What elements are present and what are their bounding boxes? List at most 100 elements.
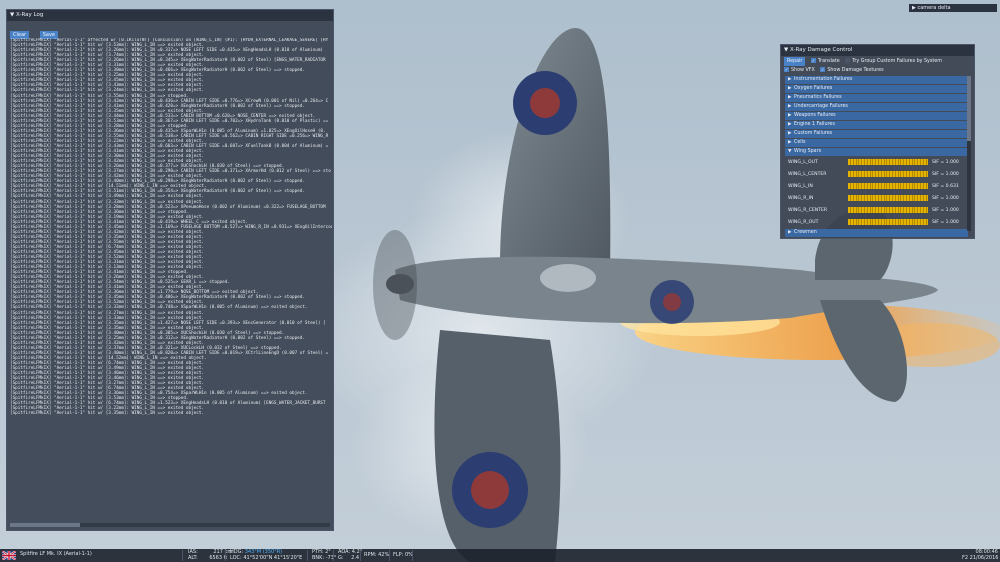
show-vfx-toggle[interactable]: ✓ Show VFX [784,66,815,75]
damage-category[interactable]: ▶ Custom Failures [785,130,968,138]
log-scrollbar-thumb[interactable] [10,523,80,527]
damage-control-title-bar[interactable]: ▼ X-Ray Damage Control [781,45,974,56]
spar-row[interactable]: WING_R_IN SIF = 1.000 [785,193,968,205]
aoa-g-readout: AOA: 4.2° G: 2.4 [338,549,363,561]
aircraft-upper-wing [500,28,611,280]
spar-sif-value: SIF = 0.631 [932,184,959,189]
damage-category[interactable]: ▶ Cells [785,139,968,147]
spar-name: WING_R_OUT [788,220,819,225]
damage-category[interactable]: ▶ Weapons Failures [785,112,968,120]
xray-log-window[interactable]: ▼ X-Ray Log Clear Save [SpitfireLFMkIX] … [6,9,334,531]
damage-category[interactable]: ▶ Engine 1 Failures [785,121,968,129]
spar-row[interactable]: WING_L_IN SIF = 0.631 [785,181,968,193]
log-line: [SpitfireLFMkIX] "Aerial-1-1" hit w/ [3.… [10,305,308,311]
log-line: [SpitfireLFMkIX] "Aerial-1-1" hit w/ [3.… [10,98,329,104]
spar-integrity-fill [848,207,928,213]
status-divider [389,550,390,561]
repair-button[interactable]: Repair [784,57,806,66]
log-toolbar: Clear Save [10,21,59,39]
spar-name: WING_L_OUT [788,160,818,165]
uk-flag-icon [2,551,16,560]
damage-category[interactable]: ▶ Instrumentation Failures [785,76,968,84]
spar-name: WING_R_CENTER [788,208,828,213]
spar-sif-value: SIF = 1.000 [932,160,959,165]
canopy [540,264,596,292]
damage-control-title: X-Ray Damage Control [789,47,853,53]
flaps-readout: FLP: 0% [393,552,413,558]
spar-integrity-fill [848,183,928,189]
damage-category-list: ▶ Instrumentation Failures ▶ Oxygen Failure… [785,76,968,238]
translate-toggle[interactable]: ✓ Translate [810,57,840,66]
status-divider [412,550,413,561]
log-line: [SpitfireLFMkIX] "Aerial-1-1" hit w/ [3.… [10,411,205,417]
spar-name: WING_L_IN [788,184,813,189]
damage-category[interactable]: ▶ Crewmen [785,229,968,237]
damage-category-label: Wing Spars [794,149,822,154]
damage-category[interactable]: ▼ Wing Spars [785,148,968,156]
xray-log-title-bar[interactable]: ▼ X-Ray Log [7,10,333,21]
rpm-readout: RPM: 42% [364,552,390,558]
collapse-arrow-icon[interactable]: ▼ [784,47,788,53]
checkbox-checked-icon[interactable]: ✓ [820,67,826,72]
heading-readout: HDG: 343°M (350°R) LOC: 41°52'00"N 41°15… [230,549,303,561]
status-divider [182,550,183,561]
spar-integrity-slider[interactable] [848,207,928,213]
damage-category-label: Weapons Failures [794,113,836,118]
checkbox-checked-icon[interactable]: ✓ [784,67,789,72]
show-damage-textures-toggle[interactable]: ✓ Show Damage Textures [820,66,884,75]
status-bar: Spitfire LF Mk. IX (Aerial-1-1) IAS: 217… [0,549,1000,562]
spar-sif-value: SIF = 1.000 [932,172,959,177]
spar-row[interactable]: WING_L_OUT SIF = 1.000 [785,157,968,169]
log-line: [SpitfireLFMkIX] "Aerial-1-1" hit w/ [3.… [10,103,305,109]
collapse-arrow-icon[interactable]: ▼ [10,12,14,18]
spar-sif-value: SIF = 1.000 [932,208,959,213]
damage-category-label: Instrumentation Failures [794,77,853,82]
spar-sif-value: SIF = 1.000 [932,196,959,201]
damage-control-toolbar: Repair ✓ Translate Try Group Custom Failu… [784,57,946,75]
damage-category-label: Custom Failures [794,131,833,136]
damage-category-label: Pneumatics Failures [794,95,842,100]
spar-integrity-slider[interactable] [848,183,928,189]
damage-category-label: Undercarriage Failures [794,104,848,109]
log-text-area[interactable]: [SpitfireLFMkIX] "Aerial-1-1" affected w… [10,38,332,528]
status-divider [307,550,308,561]
spar-integrity-slider[interactable] [848,219,928,225]
camera-delta-panel[interactable]: ▶ camera delta [909,4,997,12]
status-divider [333,550,334,561]
xray-log-title: X-Ray Log [15,12,44,18]
spar-integrity-slider[interactable] [848,159,928,165]
log-line: [SpitfireLFMkIX] "Aerial-1-1" hit w/ [3.… [10,320,326,326]
spinner [386,274,414,294]
checkbox-checked-icon[interactable]: ✓ [810,58,816,63]
roundel-upper [513,71,577,135]
camera-delta-title: camera delta [917,5,951,11]
try-group-toggle[interactable]: Try Group Custom Failures by System [845,57,942,66]
damage-category-label: Engine 1 Failures [794,122,835,127]
roundel-lower [452,452,528,528]
damage-category[interactable]: ▶ Pneumatics Failures [785,94,968,102]
spar-row[interactable]: WING_L_CENTER SIF = 1.000 [785,169,968,181]
spar-row[interactable]: WING_R_CENTER SIF = 1.000 [785,205,968,217]
spar-integrity-slider[interactable] [848,195,928,201]
spar-row[interactable]: WING_R_OUT SIF = 1.000 [785,217,968,229]
damage-scrollbar-thumb[interactable] [967,76,971,141]
checkbox-icon[interactable] [845,58,851,63]
log-horizontal-scrollbar[interactable] [10,523,330,527]
damage-control-window[interactable]: ▼ X-Ray Damage Control Repair ✓ Translate… [780,44,975,239]
damage-category-label: Cells [794,140,806,145]
spar-integrity-fill [848,219,928,225]
spar-integrity-fill [848,159,928,165]
log-line: [SpitfireLFMkIX] "Aerial-1-1" hit w/ [3.… [10,113,316,119]
spar-name: WING_R_IN [788,196,814,201]
damage-category[interactable]: ▶ Undercarriage Failures [785,103,968,111]
spar-integrity-slider[interactable] [848,171,928,177]
spar-integrity-fill [848,171,928,177]
aircraft-name: Spitfire LF Mk. IX (Aerial-1-1) [20,551,92,557]
spar-name: WING_L_CENTER [788,172,827,177]
expand-arrow-icon[interactable]: ▶ [912,5,916,11]
damage-category-label: Crewmen [794,230,817,235]
damage-list-scrollbar[interactable] [967,76,971,231]
damage-category[interactable]: ▶ Oxygen Failures [785,85,968,93]
status-divider [360,550,361,561]
clock-readout: 08:00:46 F2 21/06/2016 [962,549,999,561]
